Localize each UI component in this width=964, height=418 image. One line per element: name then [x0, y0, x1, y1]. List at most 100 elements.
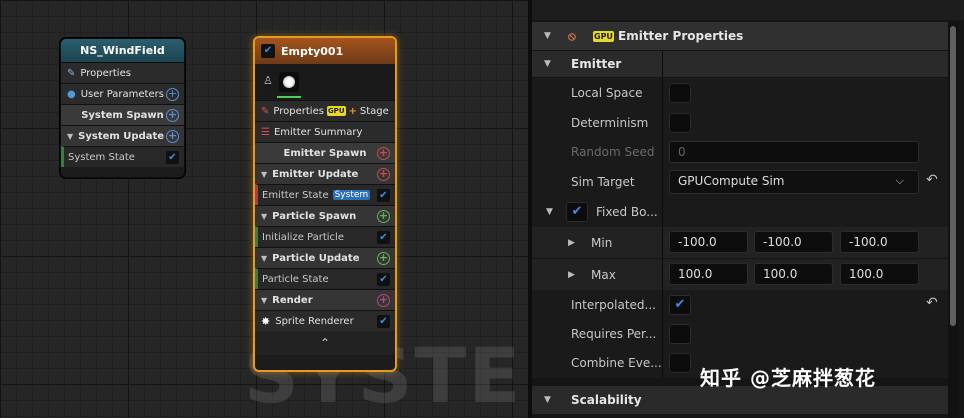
- render-row[interactable]: ▼ Render +: [255, 289, 395, 310]
- column-splitter[interactable]: [662, 259, 663, 290]
- sprite-dot-icon: [283, 76, 295, 88]
- system-properties-row[interactable]: ✎ Properties: [61, 62, 184, 83]
- add-emitter-spawn-icon[interactable]: +: [377, 146, 390, 160]
- initialize-particle-row[interactable]: Initialize Particle ✔: [255, 226, 395, 247]
- column-splitter[interactable]: [662, 320, 663, 348]
- emitter-state-row[interactable]: Emitter State System ✔: [255, 184, 395, 205]
- system-state-row[interactable]: System State ✔: [61, 146, 184, 167]
- system-node-title[interactable]: NS_WindField: [61, 39, 184, 62]
- random-seed-label: Random Seed: [571, 145, 655, 159]
- max-y-input[interactable]: 100.0: [754, 263, 833, 285]
- system-update-label: System Update: [78, 130, 165, 142]
- requires-per-checkbox[interactable]: [669, 324, 691, 344]
- details-scrollbar-thumb[interactable]: [950, 26, 956, 326]
- system-properties-label: Properties: [80, 67, 131, 79]
- combine-eve-checkbox[interactable]: [669, 353, 691, 373]
- emitter-state-label: Emitter State: [262, 189, 329, 201]
- add-emitter-update-icon[interactable]: +: [377, 167, 390, 181]
- column-splitter[interactable]: [662, 138, 663, 166]
- add-system-spawn-icon[interactable]: +: [166, 108, 179, 122]
- emitter-properties-row[interactable]: ✎ Properties GPU + Stage: [255, 100, 395, 121]
- emitter-category[interactable]: ▼ Emitter: [532, 51, 952, 77]
- caret-right-icon[interactable]: ▶: [568, 238, 575, 248]
- max-x-input[interactable]: 100.0: [669, 263, 748, 285]
- system-tag: System: [332, 190, 371, 200]
- column-splitter[interactable]: [662, 166, 663, 197]
- random-seed-input[interactable]: 0: [669, 141, 919, 163]
- column-splitter[interactable]: [662, 78, 663, 108]
- interpolated-label: Interpolated...: [571, 298, 656, 312]
- emitter-properties-title: Emitter Properties: [618, 29, 744, 43]
- fixed-bounds-row: ▼ ✔ Fixed Bo...: [532, 197, 952, 227]
- caret-down-icon[interactable]: ▼: [261, 254, 267, 263]
- collapse-chevron-icon[interactable]: ⌃: [255, 331, 395, 355]
- sprite-renderer-row[interactable]: ✸ Sprite Renderer ✔: [255, 310, 395, 331]
- sprite-renderer-checkbox[interactable]: ✔: [377, 314, 390, 328]
- details-panel: ▼ ⦸ GPU Emitter Properties ▼ Emitter Loc…: [528, 0, 964, 418]
- fixed-bounds-checkbox[interactable]: ✔: [566, 202, 588, 222]
- system-spawn-label: System Spawn: [81, 109, 164, 121]
- particle-update-label: Particle Update: [272, 252, 360, 264]
- emitter-summary-row[interactable]: ☰ Emitter Summary: [255, 121, 395, 142]
- emitter-enable-checkbox[interactable]: ✔: [261, 44, 275, 58]
- column-splitter[interactable]: [662, 51, 663, 77]
- requires-per-row: Requires Per...: [532, 320, 952, 348]
- column-splitter[interactable]: [662, 108, 663, 138]
- max-z-input[interactable]: 100.0: [840, 263, 919, 285]
- system-spawn-row[interactable]: System Spawn +: [61, 104, 184, 125]
- min-x-input[interactable]: -100.0: [669, 231, 748, 253]
- add-renderer-icon[interactable]: +: [377, 293, 390, 307]
- add-particle-spawn-icon[interactable]: +: [377, 209, 390, 223]
- particle-update-row[interactable]: ▼ Particle Update +: [255, 247, 395, 268]
- user-parameters-row[interactable]: ● User Parameters +: [61, 83, 184, 104]
- emitter-node-header[interactable]: ✔ Empty001: [255, 38, 395, 64]
- particle-state-row[interactable]: Particle State ✔: [255, 268, 395, 289]
- user-icon: ●: [67, 88, 76, 100]
- emitter-update-row[interactable]: ▼ Emitter Update +: [255, 163, 395, 184]
- initialize-particle-checkbox[interactable]: ✔: [377, 230, 390, 244]
- caret-down-icon[interactable]: ▼: [261, 212, 267, 221]
- caret-right-icon[interactable]: ▶: [568, 270, 575, 280]
- caret-down-icon[interactable]: ▼: [261, 296, 267, 305]
- caret-down-icon[interactable]: ▼: [544, 395, 551, 405]
- credit-watermark: 知乎 @芝麻拌葱花: [700, 366, 876, 390]
- emitter-properties-header[interactable]: ▼ ⦸ GPU Emitter Properties: [532, 22, 952, 50]
- gpu-badge: GPU: [593, 30, 614, 42]
- min-z-input[interactable]: -100.0: [840, 231, 919, 253]
- column-splitter[interactable]: [662, 227, 663, 258]
- determinism-checkbox[interactable]: [669, 113, 691, 133]
- sim-target-dropdown[interactable]: GPUCompute Sim ⌵: [669, 170, 919, 194]
- add-user-parameter-icon[interactable]: +: [166, 87, 179, 101]
- emitter-category-label: Emitter: [571, 57, 622, 71]
- local-space-checkbox[interactable]: [669, 83, 691, 103]
- stage-label[interactable]: Stage: [360, 106, 389, 117]
- emitter-node[interactable]: ✔ Empty001 ♙ ✎ Properties GPU + Stage ☰ …: [253, 36, 397, 372]
- interpolated-checkbox[interactable]: ✔: [669, 295, 691, 315]
- caret-down-icon[interactable]: ▼: [67, 132, 73, 141]
- reset-to-default-icon[interactable]: ↶: [926, 172, 938, 188]
- list-icon: ☰: [261, 126, 270, 138]
- user-parameters-label: User Parameters: [80, 88, 164, 100]
- caret-down-icon[interactable]: ▼: [261, 170, 267, 179]
- add-particle-update-icon[interactable]: +: [377, 251, 390, 265]
- caret-down-icon[interactable]: ▼: [546, 207, 553, 217]
- system-node[interactable]: NS_WindField ✎ Properties ● User Paramet…: [60, 38, 185, 178]
- add-system-update-icon[interactable]: +: [166, 129, 179, 143]
- caret-down-icon[interactable]: ▼: [544, 31, 551, 41]
- min-y-input[interactable]: -100.0: [754, 231, 833, 253]
- add-stage-icon[interactable]: +: [349, 106, 357, 117]
- column-splitter[interactable]: [662, 197, 663, 227]
- system-state-checkbox[interactable]: ✔: [166, 150, 179, 164]
- bounds-min-row: ▶ Min -100.0 -100.0 -100.0: [532, 227, 952, 258]
- caret-down-icon[interactable]: ▼: [544, 59, 551, 69]
- system-update-row[interactable]: ▼ System Update +: [61, 125, 184, 146]
- reset-to-default-icon[interactable]: ↶: [926, 295, 938, 311]
- particle-spawn-row[interactable]: ▼ Particle Spawn +: [255, 205, 395, 226]
- column-splitter[interactable]: [662, 290, 663, 320]
- emitter-spawn-row[interactable]: Emitter Spawn +: [255, 142, 395, 163]
- emitter-thumbnail[interactable]: [277, 72, 301, 98]
- emitter-state-checkbox[interactable]: ✔: [377, 188, 390, 202]
- column-splitter[interactable]: [662, 348, 663, 378]
- node-graph-canvas[interactable]: SYSTEM NS_WindField ✎ Properties ● User …: [0, 0, 528, 418]
- particle-state-checkbox[interactable]: ✔: [377, 272, 390, 286]
